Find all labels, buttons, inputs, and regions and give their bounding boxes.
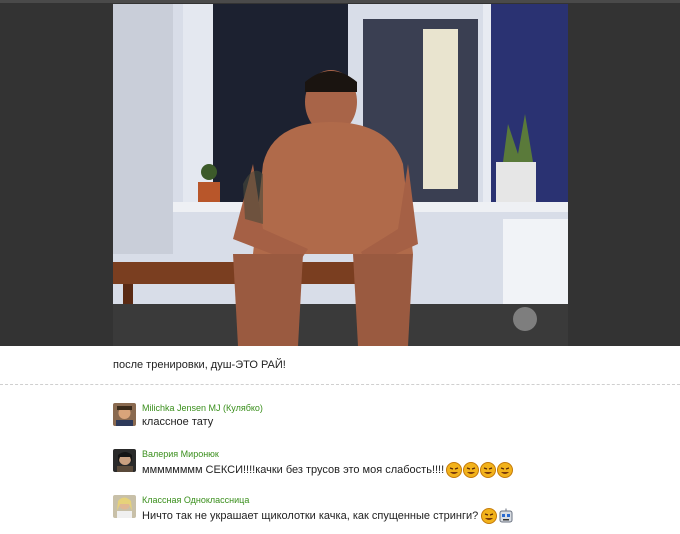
avatar[interactable] [113,403,136,426]
avatar[interactable] [113,495,136,518]
laughing-smiley-icon [481,508,498,524]
comment-text-body: классное тату [142,416,214,428]
top-border [0,0,680,3]
robot-smiley-icon [499,508,513,523]
post-caption: после тренировки, душ-ЭТО РАЙ! [113,359,286,371]
comment-text: классное тату [142,416,213,428]
laughing-smiley-icon [497,462,514,478]
comment-author-link[interactable]: Milichka Jensen MJ (Кулябко) [142,403,263,413]
comment-text: мммммммм СЕКСИ!!!!качки без трусов это м… [142,462,514,478]
comment-text-body: Ничто так не украшает щиколотки качка, к… [142,510,479,522]
laughing-smiley-icon [446,462,463,478]
avatar[interactable] [113,449,136,472]
post-photo[interactable] [113,4,568,346]
comment-author-link[interactable]: Валерия Миронюк [142,449,219,459]
comment-author-link[interactable]: Классная Одноклассница [142,495,249,505]
dashed-divider [0,384,680,385]
comment-text-body: мммммммм СЕКСИ!!!!качки без трусов это м… [142,464,445,476]
laughing-smiley-icon [463,462,480,478]
comment-text: Ничто так не украшает щиколотки качка, к… [142,508,514,524]
laughing-smiley-icon [480,462,497,478]
